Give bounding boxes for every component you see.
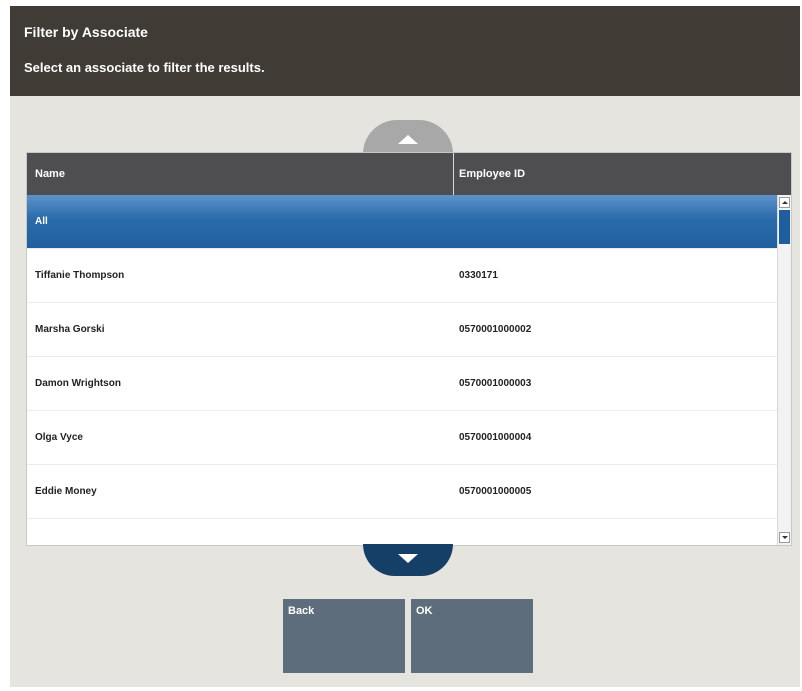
- page-title: Filter by Associate: [24, 24, 148, 40]
- table-body: All Tiffanie Thompson 0330171 Marsha Gor…: [27, 195, 777, 519]
- row-employee-id: 0570001000003: [459, 378, 532, 389]
- row-name: Olga Vyce: [35, 432, 83, 443]
- ok-button[interactable]: OK: [411, 599, 533, 673]
- row-employee-id: 0330171: [459, 270, 498, 281]
- scrollbar-thumb[interactable]: [779, 210, 790, 244]
- table-row[interactable]: Olga Vyce 0570001000004: [27, 411, 777, 465]
- row-name: Eddie Money: [35, 486, 97, 497]
- table-scrollbar[interactable]: [777, 195, 791, 545]
- scroll-down-button[interactable]: [363, 544, 453, 576]
- row-name: Marsha Gorski: [35, 324, 105, 335]
- table-row[interactable]: Eddie Money 0570001000005: [27, 465, 777, 519]
- row-employee-id: 0570001000005: [459, 486, 532, 497]
- page-subtitle: Select an associate to filter the result…: [24, 60, 265, 75]
- table-row[interactable]: Tiffanie Thompson 0330171: [27, 249, 777, 303]
- scroll-up-button[interactable]: [363, 120, 453, 154]
- header-bar: Filter by Associate Select an associate …: [10, 6, 800, 96]
- row-name: All: [35, 216, 48, 227]
- row-employee-id: 0570001000002: [459, 324, 532, 335]
- column-divider: [453, 153, 454, 195]
- associate-table: Name Employee ID All Tiffanie Thompson 0…: [26, 152, 792, 546]
- scrollbar-up-arrow[interactable]: [779, 197, 790, 208]
- table-header: Name Employee ID: [27, 153, 791, 195]
- row-name: Damon Wrightson: [35, 378, 121, 389]
- filter-screen: Filter by Associate Select an associate …: [10, 6, 800, 687]
- column-header-name[interactable]: Name: [35, 168, 65, 180]
- back-button[interactable]: Back: [283, 599, 405, 673]
- arrow-down-icon: [782, 536, 788, 539]
- scrollbar-down-arrow[interactable]: [779, 532, 790, 543]
- arrow-up-icon: [782, 201, 788, 204]
- row-employee-id: 0570001000004: [459, 432, 532, 443]
- table-row[interactable]: Marsha Gorski 0570001000002: [27, 303, 777, 357]
- table-row[interactable]: All: [27, 195, 777, 249]
- row-name: Tiffanie Thompson: [35, 270, 125, 281]
- triangle-up-icon: [398, 135, 418, 144]
- table-row[interactable]: Damon Wrightson 0570001000003: [27, 357, 777, 411]
- triangle-down-icon: [398, 554, 418, 563]
- column-header-employee-id[interactable]: Employee ID: [459, 168, 525, 180]
